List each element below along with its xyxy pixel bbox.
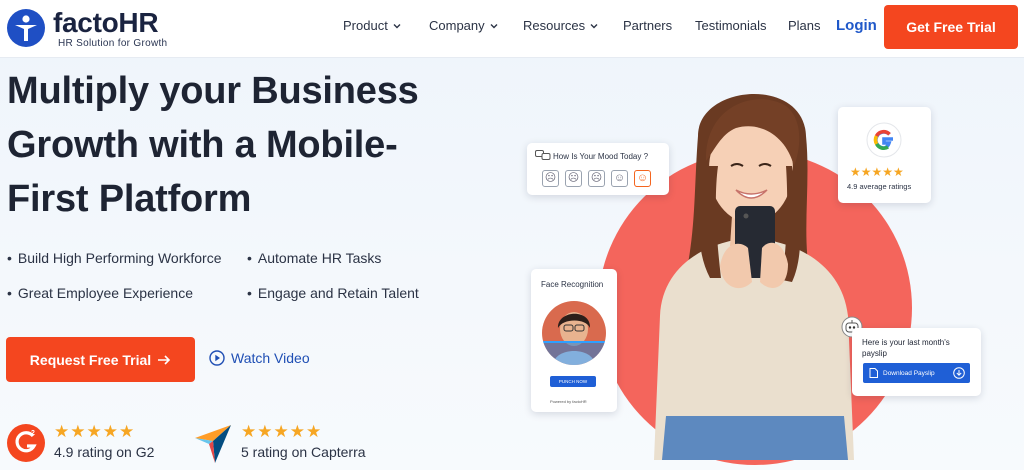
- watch-video-label: Watch Video: [231, 350, 310, 366]
- request-free-trial-label: Request Free Trial: [29, 351, 152, 368]
- brand-name: factoHR: [53, 7, 159, 38]
- capterra-logo-icon: [195, 425, 231, 463]
- headline-line-3: First Platform: [7, 178, 252, 220]
- download-payslip-label: Download Payslip: [883, 369, 935, 377]
- headline-line-1: Multiply your Business: [7, 70, 419, 112]
- login-link[interactable]: Login: [836, 17, 877, 34]
- download-payslip-button[interactable]: Download Payslip: [863, 363, 970, 383]
- punch-now-button[interactable]: PUNCH NOW: [550, 376, 596, 387]
- very-happy-face-icon[interactable]: ☺: [634, 170, 651, 187]
- nav-testimonials-label: Testimonials: [695, 18, 767, 33]
- star-rating-icon: ★★★★★: [241, 422, 323, 441]
- nav-testimonials[interactable]: Testimonials: [695, 18, 767, 33]
- arrow-right-icon: [158, 354, 171, 365]
- g2-rating-text: 4.9 rating on G2: [54, 444, 155, 460]
- nav-resources[interactable]: Resources: [523, 18, 599, 33]
- google-rating-card: ★★★★★ 4.9 average ratings: [838, 107, 931, 203]
- nav-product[interactable]: Product: [343, 18, 402, 33]
- face-recognition-title: Face Recognition: [541, 280, 604, 289]
- happy-face-icon[interactable]: ☺: [611, 170, 628, 187]
- woman-with-phone-illustration: [654, 93, 854, 460]
- capterra-rating-text: 5 rating on Capterra: [241, 444, 366, 460]
- star-rating-icon: ★★★★★: [54, 422, 136, 441]
- factohr-logo-icon: [7, 9, 45, 47]
- nav-company-label: Company: [429, 18, 485, 33]
- mood-question: How Is Your Mood Today ?: [553, 152, 649, 161]
- mood-options: ☹ ☹ ☹ ☺ ☺: [542, 170, 651, 187]
- chat-bubbles-icon: [535, 150, 551, 160]
- capterra-rating-info: ★★★★★ 5 rating on Capterra: [241, 422, 366, 461]
- nav-resources-label: Resources: [523, 18, 586, 33]
- mood-survey-card: How Is Your Mood Today ? ☹ ☹ ☹ ☺ ☺: [527, 143, 669, 195]
- g2-rating: 2 ★★★★★ 4.9 rating on G2: [6, 423, 154, 463]
- hero-headline: Multiply your Business Growth with a Mob…: [7, 64, 487, 226]
- feature-item: Great Employee Experience: [7, 285, 193, 301]
- g2-rating-info: ★★★★★ 4.9 rating on G2: [54, 422, 155, 461]
- nav-plans-label: Plans: [788, 18, 821, 33]
- payslip-notification-card: Here is your last month's payslip Downlo…: [852, 328, 981, 396]
- chevron-down-icon: [590, 23, 598, 28]
- nav-partners-label: Partners: [623, 18, 673, 33]
- google-logo-icon: [866, 122, 902, 158]
- download-icon: [953, 367, 965, 379]
- feature-item: Build High Performing Workforce: [7, 250, 222, 266]
- chevron-down-icon: [393, 23, 401, 28]
- unhappy-face-icon[interactable]: ☹: [565, 170, 582, 187]
- document-icon: [869, 368, 878, 378]
- star-rating-icon: ★★★★★: [850, 165, 904, 179]
- watch-video-link[interactable]: Watch Video: [209, 350, 310, 366]
- nav-company[interactable]: Company: [429, 18, 499, 33]
- get-free-trial-button[interactable]: Get Free Trial: [884, 5, 1018, 49]
- google-rating-text: 4.9 average ratings: [847, 182, 912, 191]
- chevron-down-icon: [490, 23, 498, 28]
- headline-line-2: Growth with a Mobile-: [7, 124, 398, 166]
- feature-item: Automate HR Tasks: [247, 250, 381, 266]
- request-free-trial-button[interactable]: Request Free Trial: [6, 337, 195, 382]
- payslip-message: Here is your last month's payslip: [862, 338, 950, 358]
- top-navbar: factoHR HR Solution for Growth Product C…: [0, 0, 1024, 58]
- g2-logo-icon: 2: [7, 424, 45, 462]
- capterra-rating: ★★★★★ 5 rating on Capterra: [193, 423, 366, 465]
- feature-item: Engage and Retain Talent: [247, 285, 419, 301]
- svg-text:2: 2: [31, 430, 35, 437]
- factohr-logo[interactable]: factoHR HR Solution for Growth: [6, 5, 176, 51]
- nav-product-label: Product: [343, 18, 388, 33]
- sad-face-icon[interactable]: ☹: [542, 170, 559, 187]
- nav-partners[interactable]: Partners: [623, 18, 672, 33]
- neutral-face-icon[interactable]: ☹: [588, 170, 605, 187]
- powered-by-text: Powered by factoHR: [550, 399, 587, 404]
- brand-tagline: HR Solution for Growth: [58, 38, 168, 49]
- face-recognition-card: Face Recognition PUNCH NOW Powered by fa…: [531, 269, 617, 412]
- nav-plans[interactable]: Plans: [788, 18, 821, 33]
- play-circle-icon: [209, 350, 225, 366]
- user-face-avatar: [542, 301, 606, 365]
